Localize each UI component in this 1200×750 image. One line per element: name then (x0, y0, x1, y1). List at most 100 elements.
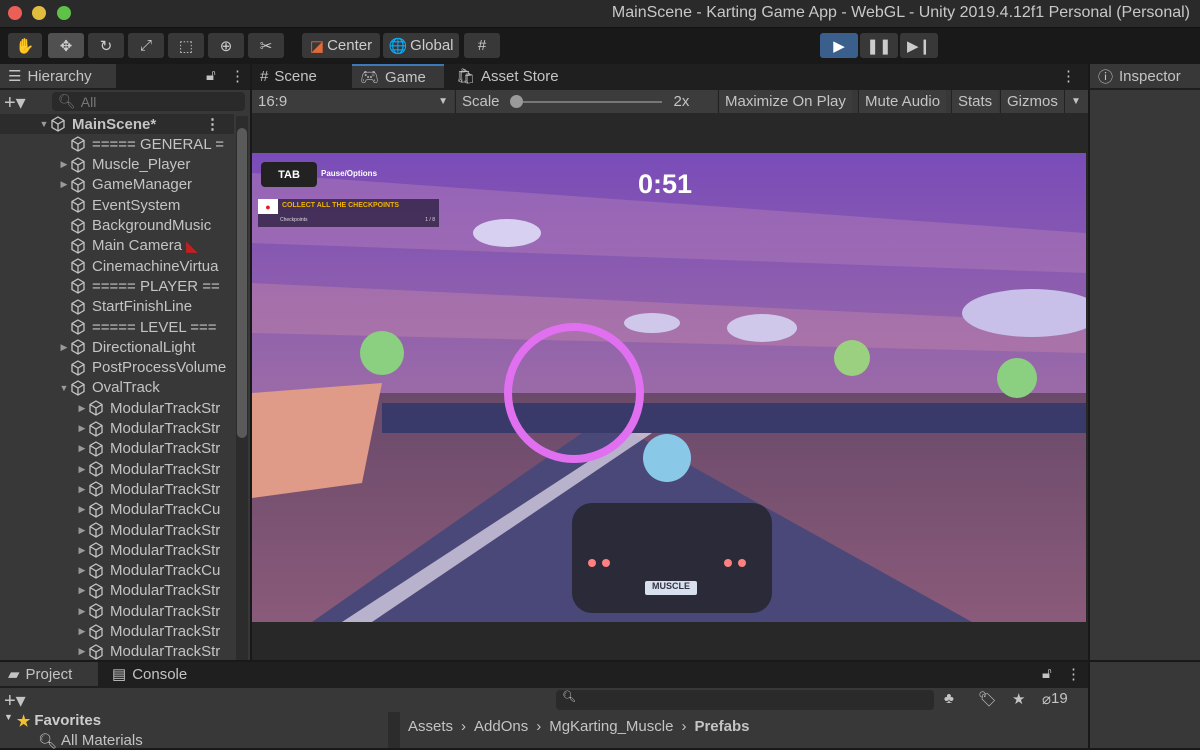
hierarchy-item[interactable]: ===== GENERAL = (0, 134, 234, 154)
hierarchy-item[interactable]: StartFinishLine (0, 297, 234, 317)
lock-icon[interactable]: 🔓︎ (206, 67, 216, 84)
slider-thumb[interactable] (509, 94, 523, 108)
expand-right-icon[interactable]: ▶ (76, 565, 88, 576)
tab-hierarchy[interactable]: ☰ Hierarchy (0, 64, 116, 88)
expand-right-icon[interactable]: ▶ (76, 606, 88, 617)
expand-right-icon[interactable]: ▶ (58, 342, 70, 353)
pivot-center-button[interactable]: ◪ Center (302, 33, 380, 58)
scene-menu-icon[interactable]: ⋮ (205, 115, 220, 133)
hierarchy-search-input[interactable]: 🔍︎ All (52, 92, 245, 111)
expand-right-icon[interactable]: ▶ (76, 484, 88, 495)
expand-right-icon[interactable]: ▶ (76, 504, 88, 515)
gizmos-toggle[interactable]: Gizmos (1000, 90, 1064, 113)
hidden-packages-toggle[interactable]: ⌀ 19 (1042, 690, 1068, 708)
snap-button[interactable]: # (464, 33, 500, 58)
hierarchy-item[interactable]: ▶ ModularTrackStr (0, 520, 234, 540)
hierarchy-scrollbar[interactable] (236, 116, 248, 660)
move-tool-button[interactable]: ✥ (48, 33, 84, 58)
hierarchy-item[interactable]: ▶ ModularTrackStr (0, 419, 234, 439)
step-button[interactable]: ▶❙ (900, 33, 938, 58)
maximize-on-play-toggle[interactable]: Maximize On Play (718, 90, 852, 113)
hierarchy-item[interactable]: CinemachineVirtua (0, 256, 234, 276)
tab-scene[interactable]: # Scene (252, 64, 352, 88)
tab-project[interactable]: ▰ Project (0, 662, 98, 686)
hierarchy-item[interactable]: ===== PLAYER == (0, 276, 234, 296)
expand-right-icon[interactable]: ▶ (76, 545, 88, 556)
hierarchy-item[interactable]: ▶ ModularTrackCu (0, 500, 234, 520)
hierarchy-item[interactable]: ▶ ModularTrackStr (0, 622, 234, 642)
hierarchy-item[interactable]: ▶ ModularTrackStr (0, 540, 234, 560)
breadcrumb-item[interactable]: AddOns (474, 718, 528, 735)
hierarchy-item[interactable]: ▶ ModularTrackStr (0, 642, 234, 660)
rect-tool-button[interactable]: ⬚ (168, 33, 204, 58)
stats-toggle[interactable]: Stats (951, 90, 999, 113)
hierarchy-item[interactable]: ▶ ModularTrackStr (0, 459, 234, 479)
expand-right-icon[interactable]: ▶ (76, 626, 88, 637)
more-menu-icon[interactable]: ⋮ (1061, 67, 1076, 85)
hierarchy-item[interactable]: ▶ ModularTrackCu (0, 561, 234, 581)
favorites-header[interactable]: ▼ ★ Favorites (4, 712, 101, 730)
hierarchy-item[interactable]: ▶ ModularTrackStr (0, 398, 234, 418)
hierarchy-item[interactable]: ▶ ModularTrackStr (0, 439, 234, 459)
expand-right-icon[interactable]: ▶ (76, 464, 88, 475)
more-menu-icon[interactable]: ⋮ (1066, 665, 1081, 683)
breadcrumb-item[interactable]: MgKarting_Muscle (549, 718, 673, 735)
space-global-button[interactable]: 🌐 Global (383, 33, 459, 58)
hierarchy-item[interactable]: Main Camera ◣ (0, 236, 234, 256)
scale-tool-button[interactable]: ⤢ (128, 33, 164, 58)
minimize-window-button[interactable] (32, 6, 46, 20)
expand-right-icon[interactable]: ▶ (58, 179, 70, 190)
lock-icon[interactable]: 🔓︎ (1042, 665, 1052, 682)
hierarchy-item[interactable]: ▼ OvalTrack (0, 378, 234, 398)
slider-track[interactable] (509, 94, 662, 108)
tab-asset-store[interactable]: 🛍︎ Asset Store (448, 64, 568, 88)
hierarchy-item[interactable]: ▶ ModularTrackStr (0, 479, 234, 499)
hierarchy-item[interactable]: ▶ DirectionalLight (0, 337, 234, 357)
transform-tool-button[interactable]: ⊕ (208, 33, 244, 58)
hierarchy-item[interactable]: ===== LEVEL === (0, 317, 234, 337)
hierarchy-item[interactable]: PostProcessVolume (0, 358, 234, 378)
hierarchy-item[interactable]: ▼ MainScene* ⋮ (0, 114, 234, 134)
tab-console[interactable]: ▤ Console (104, 662, 195, 686)
breadcrumb-item[interactable]: Assets (408, 718, 453, 735)
expand-right-icon[interactable]: ▶ (76, 585, 88, 596)
more-menu-icon[interactable]: ⋮ (230, 67, 245, 85)
expand-right-icon[interactable]: ▶ (76, 423, 88, 434)
filter-by-label-icon[interactable]: 🏷︎ (978, 690, 997, 708)
zoom-window-button[interactable] (57, 6, 71, 20)
mute-audio-toggle[interactable]: Mute Audio (858, 90, 947, 113)
rotate-tool-button[interactable]: ↻ (88, 33, 124, 58)
hand-tool-button[interactable]: ✋ (8, 33, 42, 58)
play-button[interactable]: ▶ (820, 33, 858, 58)
aspect-dropdown[interactable]: 16:9 ▼ (252, 90, 454, 113)
hierarchy-item[interactable]: BackgroundMusic (0, 216, 234, 236)
expand-right-icon[interactable]: ▶ (76, 646, 88, 657)
favorite-star-icon[interactable]: ★ (1012, 690, 1025, 708)
filter-by-type-icon[interactable]: ♣ (944, 690, 954, 707)
scale-slider[interactable]: Scale 2x (455, 90, 717, 113)
favorites-scrollbar[interactable] (388, 712, 400, 748)
tab-inspector[interactable]: ⓘ Inspector (1090, 64, 1200, 88)
add-button[interactable]: +▾ (4, 90, 26, 115)
hierarchy-item[interactable]: ▶ Muscle_Player (0, 155, 234, 175)
hierarchy-item[interactable]: ▶ GameManager (0, 175, 234, 195)
expand-right-icon[interactable]: ▶ (76, 525, 88, 536)
expand-right-icon[interactable]: ▶ (58, 159, 70, 170)
hierarchy-item[interactable]: ▶ ModularTrackStr (0, 601, 234, 621)
project-search-input[interactable]: 🔍︎ (556, 690, 934, 710)
expand-right-icon[interactable]: ▶ (76, 443, 88, 454)
tab-game[interactable]: 🎮︎ Game (352, 64, 444, 88)
expand-down-icon[interactable]: ▼ (38, 119, 50, 129)
gizmos-dropdown[interactable]: ▼ (1064, 90, 1088, 113)
hierarchy-item[interactable]: ▶ ModularTrackStr (0, 581, 234, 601)
custom-tool-button[interactable]: ✂ (248, 33, 284, 58)
breadcrumb-item[interactable]: Prefabs (694, 718, 749, 735)
pause-button[interactable]: ❚❚ (860, 33, 898, 58)
create-button[interactable]: +▾ (4, 688, 26, 713)
game-viewport[interactable]: TAB Pause/Options 0:51 ● COLLECT ALL THE… (252, 153, 1086, 622)
scrollbar-thumb[interactable] (237, 128, 247, 438)
favorite-item[interactable]: 🔍︎ All Materials (38, 732, 143, 750)
hierarchy-item[interactable]: EventSystem (0, 195, 234, 215)
close-window-button[interactable] (8, 6, 22, 20)
expand-down-icon[interactable]: ▼ (58, 383, 70, 393)
